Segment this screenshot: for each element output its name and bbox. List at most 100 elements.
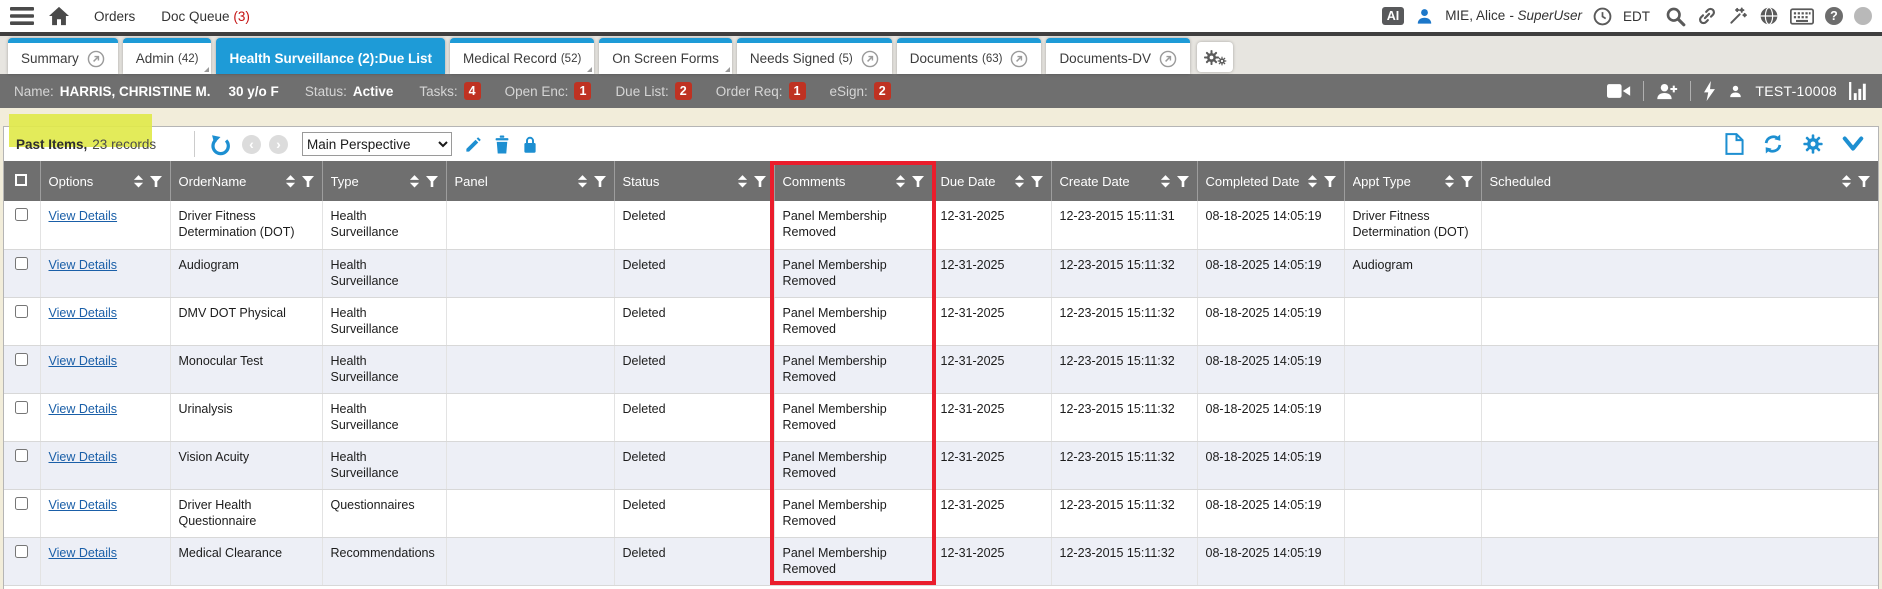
- cell-comments: Panel Membership Removed: [774, 489, 932, 537]
- open-in-new-icon[interactable]: [1010, 50, 1028, 68]
- filter-funnel-icon[interactable]: [594, 176, 606, 187]
- filter-funnel-icon[interactable]: [1177, 176, 1189, 187]
- undo-button[interactable]: [209, 133, 232, 156]
- nav-doc-queue[interactable]: Doc Queue (3): [161, 9, 250, 24]
- tab-summary[interactable]: Summary: [8, 38, 118, 74]
- col-header-scheduled[interactable]: Scheduled: [1481, 161, 1878, 201]
- tab-admin[interactable]: Admin (42): [123, 38, 212, 74]
- perspective-select[interactable]: Main Perspective: [302, 132, 452, 156]
- col-header-create-date[interactable]: Create Date: [1051, 161, 1197, 201]
- sort-icon[interactable]: [1160, 175, 1171, 188]
- view-details-link[interactable]: View Details: [49, 450, 118, 464]
- open-in-new-icon[interactable]: [861, 50, 879, 68]
- counter-badge-esign[interactable]: 2: [874, 82, 891, 100]
- view-details-link[interactable]: View Details: [49, 209, 118, 223]
- search-icon[interactable]: [1665, 6, 1686, 27]
- col-header-select-all[interactable]: [4, 161, 40, 201]
- open-in-new-icon[interactable]: [87, 50, 105, 68]
- globe-icon[interactable]: [1759, 6, 1779, 26]
- col-header-options[interactable]: Options: [40, 161, 170, 201]
- add-person-icon[interactable]: [1656, 82, 1678, 101]
- sort-icon[interactable]: [1444, 175, 1455, 188]
- row-checkbox[interactable]: [15, 208, 28, 221]
- lightning-icon[interactable]: [1703, 81, 1716, 101]
- video-camera-icon[interactable]: [1607, 83, 1631, 99]
- filter-funnel-icon[interactable]: [1031, 176, 1043, 187]
- sort-icon[interactable]: [1307, 175, 1318, 188]
- collapse-chevron-icon[interactable]: [1842, 136, 1864, 152]
- row-checkbox[interactable]: [15, 353, 28, 366]
- col-header-panel[interactable]: Panel: [446, 161, 614, 201]
- wand-icon[interactable]: [1728, 6, 1748, 26]
- row-checkbox[interactable]: [15, 545, 28, 558]
- counter-badge-tasks[interactable]: 4: [464, 82, 481, 100]
- filter-funnel-icon[interactable]: [1858, 176, 1870, 187]
- tab-medical-record[interactable]: Medical Record (52): [450, 38, 594, 74]
- cell-type: Health Surveillance: [322, 345, 446, 393]
- link-icon[interactable]: [1697, 6, 1717, 26]
- sort-icon[interactable]: [1841, 175, 1852, 188]
- tab-on-screen-forms[interactable]: On Screen Forms: [599, 38, 732, 74]
- sort-icon[interactable]: [577, 175, 588, 188]
- tab-needs-signed[interactable]: Needs Signed (5): [737, 38, 892, 74]
- lock-button[interactable]: [521, 135, 539, 154]
- col-header-appt-type[interactable]: Appt Type: [1344, 161, 1481, 201]
- keyboard-icon[interactable]: [1790, 8, 1814, 25]
- sort-icon[interactable]: [133, 175, 144, 188]
- sort-icon[interactable]: [409, 175, 420, 188]
- view-details-link[interactable]: View Details: [49, 258, 118, 272]
- col-header-type[interactable]: Type: [322, 161, 446, 201]
- filter-funnel-icon[interactable]: [426, 176, 438, 187]
- counter-badge-due-list[interactable]: 2: [675, 82, 692, 100]
- view-details-link[interactable]: View Details: [49, 546, 118, 560]
- view-details-link[interactable]: View Details: [49, 498, 118, 512]
- back-button[interactable]: ‹: [242, 135, 261, 154]
- col-header-ordername[interactable]: OrderName: [170, 161, 322, 201]
- row-checkbox[interactable]: [15, 305, 28, 318]
- view-details-link[interactable]: View Details: [49, 354, 118, 368]
- select-all-checkbox[interactable]: [15, 174, 27, 186]
- tab-settings[interactable]: [1197, 42, 1233, 72]
- forward-button[interactable]: ›: [269, 135, 288, 154]
- hamburger-menu-icon[interactable]: [10, 7, 34, 25]
- open-in-new-icon[interactable]: [1159, 50, 1177, 68]
- filter-funnel-icon[interactable]: [754, 176, 766, 187]
- filter-funnel-icon[interactable]: [1324, 176, 1336, 187]
- filter-funnel-icon[interactable]: [1461, 176, 1473, 187]
- home-icon[interactable]: [48, 6, 70, 26]
- filter-funnel-icon[interactable]: [302, 176, 314, 187]
- filter-funnel-icon[interactable]: [150, 176, 162, 187]
- view-details-link[interactable]: View Details: [49, 402, 118, 416]
- tab-documents[interactable]: Documents (63): [897, 38, 1042, 74]
- user-menu[interactable]: MIE, Alice- SuperUser: [1445, 7, 1582, 25]
- col-header-due-date[interactable]: Due Date: [932, 161, 1051, 201]
- row-checkbox[interactable]: [15, 449, 28, 462]
- sort-icon[interactable]: [285, 175, 296, 188]
- sort-icon[interactable]: [895, 175, 906, 188]
- cell-order-name: Vision Acuity: [170, 441, 322, 489]
- refresh-icon[interactable]: [1762, 133, 1784, 155]
- col-header-status[interactable]: Status: [614, 161, 774, 201]
- new-document-icon[interactable]: [1725, 133, 1744, 155]
- row-checkbox[interactable]: [15, 257, 28, 270]
- counter-badge-open-enc[interactable]: 1: [574, 82, 591, 100]
- col-header-completed-date[interactable]: Completed Date: [1197, 161, 1344, 201]
- edit-pencil-button[interactable]: [464, 135, 483, 154]
- sort-icon[interactable]: [1014, 175, 1025, 188]
- row-checkbox[interactable]: [15, 401, 28, 414]
- col-header-comments[interactable]: Comments: [774, 161, 932, 201]
- nav-orders[interactable]: Orders: [94, 9, 135, 24]
- settings-gear-icon[interactable]: [1802, 133, 1824, 155]
- tab-documents-dv[interactable]: Documents-DV: [1046, 38, 1190, 74]
- avatar[interactable]: [1854, 7, 1872, 25]
- sort-icon[interactable]: [737, 175, 748, 188]
- delete-trash-button[interactable]: [493, 135, 511, 154]
- chart-icon[interactable]: [1849, 82, 1868, 100]
- help-icon[interactable]: ?: [1825, 7, 1843, 25]
- filter-funnel-icon[interactable]: [912, 176, 924, 187]
- ai-badge[interactable]: AI: [1382, 7, 1405, 25]
- tab-health-surveillance-2-due-list[interactable]: Health Surveillance (2):Due List: [216, 38, 445, 74]
- row-checkbox[interactable]: [15, 497, 28, 510]
- view-details-link[interactable]: View Details: [49, 306, 118, 320]
- counter-badge-order-req[interactable]: 1: [789, 82, 806, 100]
